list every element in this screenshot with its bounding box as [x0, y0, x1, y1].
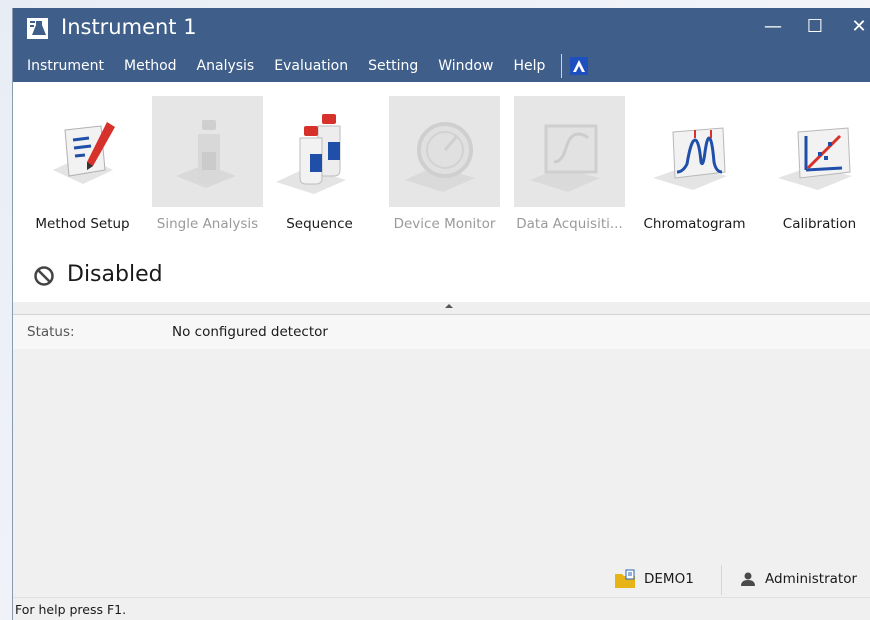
menu-window[interactable]: Window: [428, 52, 503, 80]
calibration-icon: [778, 127, 852, 190]
project-name[interactable]: DEMO1: [644, 571, 694, 587]
application-window: Instrument 1 — ☐ ✕ Instrument Method Ana…: [12, 8, 870, 620]
menu-evaluation[interactable]: Evaluation: [264, 52, 358, 80]
detail-panel: [13, 349, 870, 563]
menu-method[interactable]: Method: [114, 52, 187, 80]
single-analysis-tile: [152, 96, 263, 207]
data-acquisition-button[interactable]: Data Acquisiti...: [514, 96, 625, 232]
device-monitor-tile: [389, 96, 500, 207]
single-analysis-button[interactable]: Single Analysis: [152, 96, 263, 232]
user-icon: [741, 572, 755, 586]
sequence-button[interactable]: Sequence: [264, 96, 375, 232]
data-acquisition-tile: [514, 96, 625, 207]
monitor-icon: [530, 124, 600, 192]
help-hint: For help press F1.: [15, 602, 127, 617]
method-setup-icon: [53, 122, 115, 184]
status-bar: For help press F1.: [13, 597, 870, 620]
panel-splitter[interactable]: [13, 302, 870, 315]
prohibited-icon: [34, 266, 54, 286]
gauge-icon: [405, 122, 475, 192]
minimize-button[interactable]: —: [753, 12, 793, 42]
chromatogram-label: Chromatogram: [643, 216, 746, 232]
collapse-arrow-icon[interactable]: [445, 304, 453, 308]
title-bar[interactable]: Instrument 1 — ☐ ✕ Instrument Method Ana…: [13, 8, 870, 82]
window-title: Instrument 1: [61, 15, 197, 39]
instrument-state-text: Disabled: [67, 262, 163, 287]
menu-help[interactable]: Help: [503, 52, 555, 80]
data-acquisition-label: Data Acquisiti...: [516, 216, 623, 232]
sequence-tile: [264, 96, 375, 207]
instrument-state-bar: Disabled: [13, 252, 870, 302]
device-monitor-label: Device Monitor: [393, 216, 496, 232]
detector-status-row: Status: No configured detector: [13, 315, 870, 349]
sequence-label: Sequence: [286, 216, 353, 232]
menu-setting[interactable]: Setting: [358, 52, 428, 80]
method-setup-button[interactable]: Method Setup: [27, 96, 138, 232]
method-setup-tile: [27, 96, 138, 207]
device-monitor-button[interactable]: Device Monitor: [389, 96, 500, 232]
project-folder-icon: [615, 569, 635, 588]
method-setup-label: Method Setup: [35, 216, 130, 232]
chromatogram-button[interactable]: Chromatogram: [639, 96, 750, 232]
brand-logo-icon[interactable]: [570, 57, 589, 75]
app-logo-icon: [27, 18, 48, 39]
chromatogram-icon: [653, 127, 727, 190]
info-separator: [721, 565, 722, 595]
menu-analysis[interactable]: Analysis: [187, 52, 265, 80]
toolbar: Method Setup Single Analysis Sequence De…: [13, 82, 870, 250]
menu-instrument[interactable]: Instrument: [13, 52, 114, 80]
bottle-icon: [176, 120, 236, 188]
maximize-button[interactable]: ☐: [795, 12, 835, 42]
calibration-button[interactable]: Calibration: [764, 96, 870, 232]
info-bar: DEMO1 Administrator: [13, 563, 870, 597]
status-label: Status:: [27, 324, 75, 340]
menu-bar: Instrument Method Analysis Evaluation Se…: [13, 52, 589, 80]
menu-separator: [561, 54, 563, 78]
chromatogram-tile: [639, 96, 750, 207]
bottles-icon: [276, 114, 346, 194]
calibration-label: Calibration: [782, 216, 857, 232]
status-value: No configured detector: [172, 324, 328, 340]
calibration-tile: [764, 96, 870, 207]
user-name[interactable]: Administrator: [765, 571, 857, 587]
close-button[interactable]: ✕: [839, 12, 870, 42]
